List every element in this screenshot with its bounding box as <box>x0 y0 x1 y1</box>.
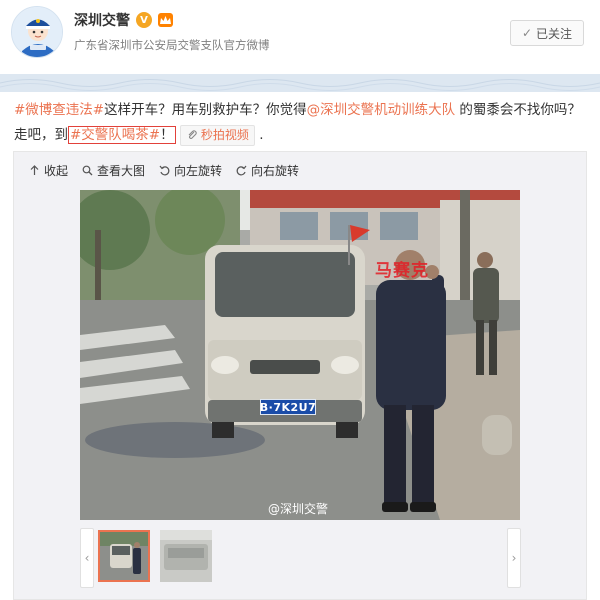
post-text-segment: ！ <box>160 127 174 143</box>
thumbnail-1[interactable] <box>98 530 150 582</box>
view-large-label: 查看大图 <box>97 164 146 178</box>
verified-icon: V <box>136 12 152 28</box>
police-mascot-icon <box>12 7 62 57</box>
main-photo[interactable]: B·7K2U7 马赛克 @深圳交警 <box>80 190 520 520</box>
arrow-up-icon <box>30 165 39 175</box>
media-panel: 收起 查看大图 向左旋转 向右旋转 B·7K2U7 马赛克 @深圳交警 ‹ › <box>13 151 587 600</box>
avatar[interactable] <box>11 6 63 58</box>
hashtag-link[interactable]: #交警队喝茶# <box>70 127 160 143</box>
rotate-right-button[interactable]: 向右旋转 <box>236 162 299 179</box>
post-trailing: . <box>254 127 264 143</box>
collapse-button[interactable]: 收起 <box>29 162 68 179</box>
chevron-right-icon: › <box>511 551 517 565</box>
member-crown-icon <box>158 13 173 27</box>
image-toolbar: 收起 查看大图 向左旋转 向右旋转 <box>29 162 299 179</box>
rotate-right-label: 向右旋转 <box>251 164 300 178</box>
post-body: #微博查违法#这样开车？用车别救护车？你觉得@深圳交警机动训练大队 的蜀黍会不找… <box>14 98 586 148</box>
rotate-right-icon <box>236 165 247 176</box>
chevron-left-icon: ‹ <box>84 551 90 565</box>
thumbnail-strip: ‹ › <box>14 528 588 594</box>
view-large-button[interactable]: 查看大图 <box>82 162 145 179</box>
account-name[interactable]: 深圳交警 <box>74 10 130 30</box>
rotate-left-icon <box>159 165 170 176</box>
video-link-label: 秒拍视频 <box>200 127 249 142</box>
paperclip-icon <box>188 130 197 140</box>
video-link-button[interactable]: 秒拍视频 <box>179 124 255 146</box>
thumbnail-image <box>100 532 148 580</box>
rotate-left-label: 向左旋转 <box>174 164 223 178</box>
checkmark-icon: ✓ <box>521 26 533 40</box>
post-text-segment: 这样开车？用车别救护车？你觉得 <box>104 102 307 118</box>
hashtag-link[interactable]: #微博查违法# <box>14 102 104 118</box>
account-description: 广东省深圳市公安局交警支队官方微博 <box>74 38 270 52</box>
next-thumbnail-button[interactable]: › <box>507 528 521 588</box>
follow-label: 已关注 <box>536 26 573 41</box>
prev-thumbnail-button[interactable]: ‹ <box>80 528 94 588</box>
collapse-label: 收起 <box>44 164 69 178</box>
follow-button[interactable]: ✓ 已关注 <box>510 20 584 46</box>
magnifier-icon <box>82 165 93 176</box>
mention-link[interactable]: @深圳交警机动训练大队 <box>307 102 456 118</box>
photo-watermark: @深圳交警 <box>268 502 329 516</box>
thumbnail-2[interactable] <box>160 530 212 582</box>
license-plate: B·7K2U7 <box>259 399 317 415</box>
post-header: 深圳交警 V 广东省深圳市公安局交警支队官方微博 ✓ 已关注 <box>0 0 600 74</box>
highlighted-hashtag: #交警队喝茶#！ <box>68 126 176 144</box>
header-divider <box>0 74 600 92</box>
thumbnail-image <box>160 530 212 582</box>
street-scene-image <box>80 190 520 520</box>
mosaic-scribble: 马赛克 <box>375 261 429 281</box>
name-row: 深圳交警 V <box>74 10 173 30</box>
rotate-left-button[interactable]: 向左旋转 <box>159 162 222 179</box>
